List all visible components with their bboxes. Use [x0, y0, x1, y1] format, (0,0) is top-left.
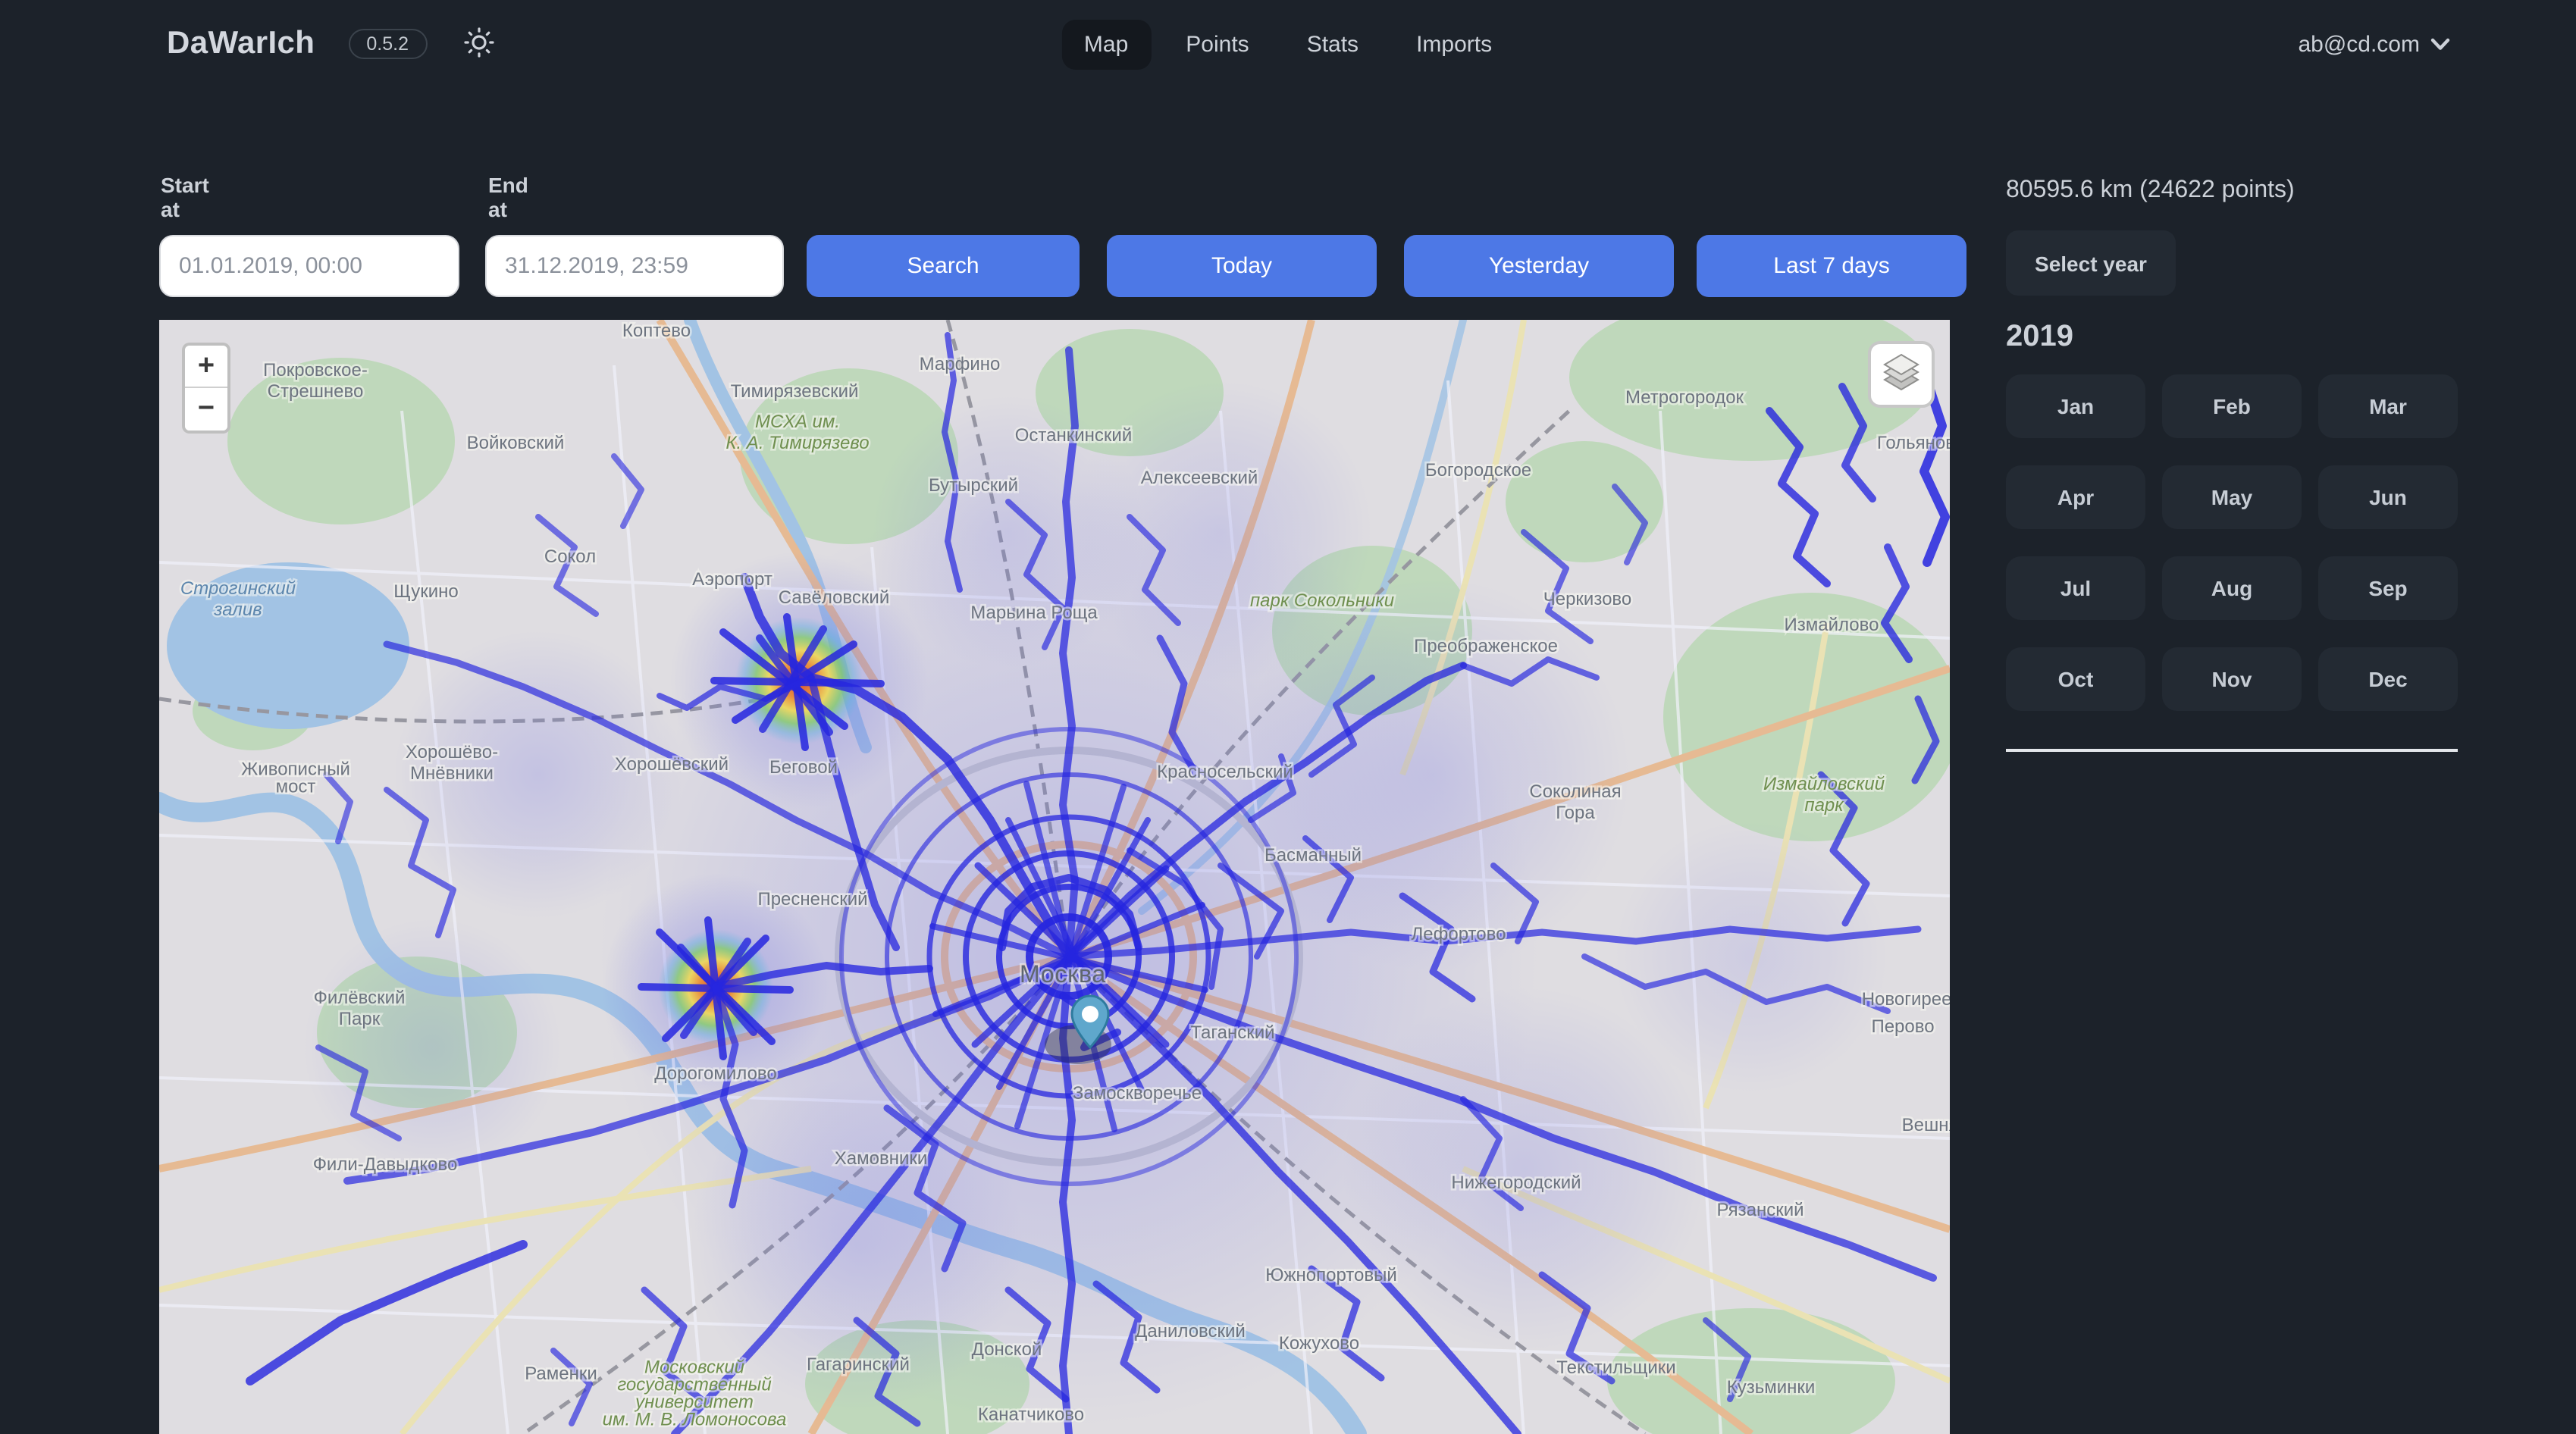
month-button-apr[interactable]: Apr — [2006, 465, 2145, 529]
svg-text:Дорогомилово: Дорогомилово — [654, 1063, 777, 1084]
svg-text:Покровское-Стрешнево: Покровское-Стрешнево — [263, 360, 368, 402]
navbar: DaWarIch 0.5.2 MapPointsStatsImp — [0, 0, 2576, 88]
svg-text:Новогиреево: Новогиреево — [1862, 989, 1950, 1010]
version-badge: 0.5.2 — [348, 29, 427, 59]
end-at-input[interactable] — [485, 235, 784, 297]
month-button-aug[interactable]: Aug — [2162, 556, 2302, 620]
nav-tabs: MapPoints StatsImports — [1061, 19, 1515, 69]
svg-text:Черкизово: Черкизово — [1543, 589, 1632, 609]
start-at-input[interactable] — [159, 235, 459, 297]
svg-text:Раменки: Раменки — [525, 1364, 597, 1384]
month-button-sep[interactable]: Sep — [2318, 556, 2458, 620]
select-year-button[interactable]: Select year — [2006, 230, 2176, 296]
months-grid: Jan FebMar Apr MayJun Jul AugSep Oct NovDec — [2006, 374, 2458, 711]
zoom-out-button[interactable]: − — [185, 388, 227, 431]
svg-text:Вешняки: Вешняки — [1902, 1115, 1950, 1135]
svg-text:Бутырский: Бутырский — [929, 475, 1018, 496]
svg-text:Текстильщики: Текстильщики — [1556, 1357, 1675, 1378]
svg-text:парк Сокольники: парк Сокольники — [1250, 590, 1394, 611]
chevron-down-icon — [2430, 31, 2450, 57]
svg-text:Хамовники: Хамовники — [835, 1148, 928, 1169]
layers-icon — [1880, 349, 1923, 399]
svg-text:Преображенское: Преображенское — [1414, 636, 1558, 656]
month-button-mar[interactable]: Mar — [2318, 374, 2458, 438]
svg-text:Красносельский: Красносельский — [1157, 762, 1293, 782]
svg-text:Кузьминки: Кузьминки — [1727, 1377, 1816, 1398]
start-at-label: Start at — [161, 173, 209, 221]
svg-text:Хорошёвский: Хорошёвский — [615, 754, 729, 775]
sidebar: 80595.6 km (24622 points) Select year 20… — [2006, 177, 2458, 764]
svg-text:Метрогородок: Метрогородок — [1625, 387, 1744, 408]
svg-text:Савёловский: Савёловский — [779, 587, 889, 608]
svg-text:Басманный: Басманный — [1264, 845, 1362, 866]
svg-text:Пресненский: Пресненский — [757, 889, 867, 910]
svg-text:Москва: Москва — [1020, 960, 1106, 988]
tab-stats[interactable]: Stats — [1284, 19, 1381, 69]
end-at-label: End at — [488, 173, 528, 221]
month-button-feb[interactable]: Feb — [2162, 374, 2302, 438]
user-menu[interactable]: ab@cd.com — [2298, 31, 2450, 57]
svg-text:Беговой: Беговой — [769, 757, 838, 778]
last-7-days-button[interactable]: Last 7 days — [1697, 235, 1966, 297]
month-button-oct[interactable]: Oct — [2006, 647, 2145, 711]
svg-text:Аэропорт: Аэропорт — [692, 569, 772, 590]
month-button-jun[interactable]: Jun — [2318, 465, 2458, 529]
yesterday-button[interactable]: Yesterday — [1404, 235, 1674, 297]
month-button-nov[interactable]: Nov — [2162, 647, 2302, 711]
svg-text:Тимирязевский: Тимирязевский — [731, 381, 859, 402]
app-logo: DaWarIch — [167, 26, 315, 62]
user-email: ab@cd.com — [2298, 31, 2420, 57]
sidebar-divider — [2006, 749, 2458, 752]
svg-text:Фили-Давыдково: Фили-Давыдково — [313, 1154, 458, 1175]
app-root: DaWarIch 0.5.2 MapPointsStatsImp — [0, 0, 2576, 1434]
svg-text:Алексеевский: Алексеевский — [1141, 468, 1258, 488]
svg-text:Богородское: Богородское — [1425, 460, 1531, 481]
svg-text:Измайлово: Измайлово — [1785, 615, 1879, 635]
sun-icon — [463, 27, 494, 61]
svg-text:Замоскворечье: Замоскворечье — [1073, 1083, 1202, 1104]
tab-points[interactable]: Points — [1163, 19, 1271, 69]
svg-text:Марьина Роща: Марьина Роща — [970, 603, 1098, 623]
svg-text:Коптево: Коптево — [622, 321, 691, 341]
svg-text:Останкинский: Останкинский — [1015, 425, 1132, 446]
svg-text:Донской: Донской — [972, 1339, 1042, 1360]
svg-text:Кожухово: Кожухово — [1279, 1333, 1359, 1354]
tab-map[interactable]: Map — [1061, 19, 1151, 69]
svg-text:Войковский: Войковский — [467, 433, 565, 453]
svg-text:Щукино: Щукино — [393, 581, 459, 602]
today-button[interactable]: Today — [1107, 235, 1377, 297]
search-button[interactable]: Search — [807, 235, 1080, 297]
svg-text:Перово: Перово — [1871, 1016, 1934, 1037]
svg-text:Таганский: Таганский — [1190, 1022, 1274, 1043]
svg-text:Марфино: Марфино — [920, 354, 1001, 374]
month-button-jan[interactable]: Jan — [2006, 374, 2145, 438]
brand: DaWarIch 0.5.2 — [167, 0, 497, 88]
svg-text:Даниловский: Даниловский — [1135, 1321, 1246, 1342]
svg-text:Сокол: Сокол — [544, 546, 596, 567]
map-layers-control[interactable] — [1868, 341, 1935, 408]
month-button-jul[interactable]: Jul — [2006, 556, 2145, 620]
distance-stats: 80595.6 km (24622 points) — [2006, 177, 2458, 205]
svg-text:Гольяново: Гольяново — [1877, 433, 1950, 453]
svg-text:Южнопортовый: Южнопортовый — [1265, 1265, 1397, 1285]
svg-text:Гагаринский: Гагаринский — [807, 1354, 910, 1375]
tab-imports[interactable]: Imports — [1393, 19, 1515, 69]
svg-text:Нижегородский: Нижегородский — [1451, 1173, 1581, 1193]
map-base-tiles: Покровское-Стрешнево Коптево Марфино Тимиря… — [159, 320, 1950, 1434]
svg-text:Лефортово: Лефортово — [1412, 924, 1506, 944]
map-canvas[interactable]: Покровское-Стрешнево Коптево Марфино Тимиря… — [159, 320, 1950, 1434]
map-zoom-control: + − — [182, 343, 230, 434]
year-heading: 2019 — [2006, 320, 2458, 355]
theme-toggle-button[interactable] — [460, 23, 497, 64]
svg-text:Рязанский: Рязанский — [1716, 1200, 1804, 1220]
month-button-may[interactable]: May — [2162, 465, 2302, 529]
svg-text:Хорошёво-Мнёвники: Хорошёво-Мнёвники — [406, 742, 498, 784]
svg-text:Канатчиково: Канатчиково — [978, 1404, 1084, 1425]
filter-controls: Search Today Yesterday Last 7 days — [159, 235, 1966, 297]
zoom-in-button[interactable]: + — [185, 346, 227, 388]
month-button-dec[interactable]: Dec — [2318, 647, 2458, 711]
